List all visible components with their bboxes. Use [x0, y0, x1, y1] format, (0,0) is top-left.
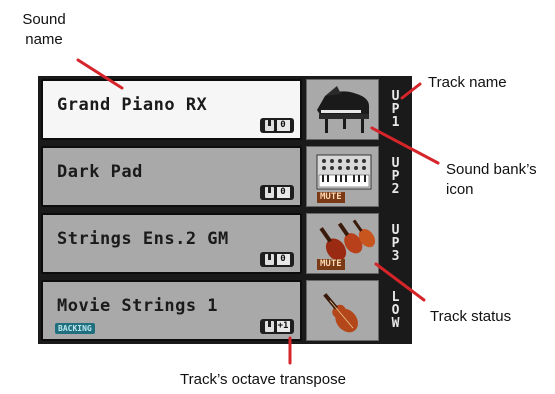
callout-lines	[76, 58, 440, 365]
callout-line-bank-icon	[370, 126, 440, 165]
callout-line-sound-name	[76, 58, 124, 90]
callout-line-track-status	[374, 262, 426, 302]
callout-line-track-name	[400, 82, 422, 100]
